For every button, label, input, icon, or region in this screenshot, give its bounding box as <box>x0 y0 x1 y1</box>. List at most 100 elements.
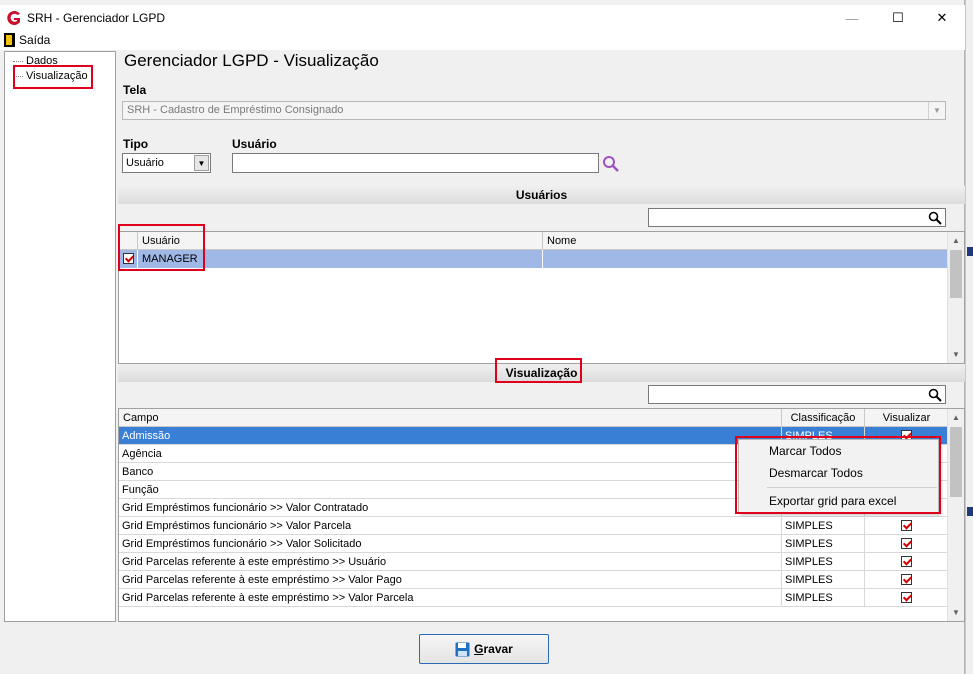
search-icon[interactable] <box>928 388 942 402</box>
visualizar-checkbox[interactable] <box>901 592 912 603</box>
app-logo-icon <box>7 11 20 25</box>
close-button[interactable]: ✕ <box>919 5 965 31</box>
scroll-up-icon[interactable]: ▲ <box>948 409 964 426</box>
cell-visualizar[interactable] <box>865 535 948 552</box>
save-button[interactable]: Gravar <box>419 634 549 664</box>
context-menu-desmarcar-todos[interactable]: Desmarcar Todos <box>769 466 863 480</box>
cell-classificacao: SIMPLES <box>782 517 865 534</box>
usuario-input[interactable] <box>232 153 599 173</box>
column-header-campo[interactable]: Campo <box>119 409 782 427</box>
tipo-label: Tipo <box>123 137 149 151</box>
usuarios-grid-header: Usuário Nome <box>119 232 948 250</box>
tipo-select-value: Usuário <box>126 157 164 169</box>
minimize-button[interactable]: — <box>829 5 875 31</box>
table-row[interactable]: Grid Parcelas referente à este empréstim… <box>119 553 948 571</box>
checkbox[interactable] <box>123 253 134 264</box>
table-row[interactable]: Grid Empréstimos funcionário >> Valor Pa… <box>119 517 948 535</box>
visualizacao-section-header: Visualização <box>118 364 965 382</box>
context-menu-marcar-todos[interactable]: Marcar Todos <box>769 444 841 458</box>
tipo-select[interactable]: Usuário ▼ <box>122 153 211 173</box>
table-row[interactable]: Grid Parcelas referente à este empréstim… <box>119 589 948 607</box>
cell-campo: Grid Parcelas referente à este empréstim… <box>119 571 782 588</box>
scroll-down-icon[interactable]: ▼ <box>948 604 964 621</box>
menu-exit[interactable]: Saída <box>4 33 50 47</box>
background-app-marker <box>967 507 973 516</box>
cell-campo: Agência <box>119 445 782 462</box>
cell-classificacao: SIMPLES <box>782 535 865 552</box>
cell-campo: Admissão <box>119 427 782 444</box>
search-icon[interactable] <box>602 155 620 173</box>
navigation-tree: Dados Visualização <box>4 51 116 622</box>
column-header-visualizar[interactable]: Visualizar <box>865 409 948 427</box>
tela-label: Tela <box>123 83 147 97</box>
visualizacao-filter-input[interactable] <box>648 385 946 404</box>
tree-item-label: Dados <box>26 55 58 67</box>
cell-nome <box>543 250 948 268</box>
save-label-rest: ravar <box>483 642 513 656</box>
cell-classificacao: SIMPLES <box>782 553 865 570</box>
cell-campo: Grid Parcelas referente à este empréstim… <box>119 553 782 570</box>
cell-campo: Grid Parcelas referente à este empréstim… <box>119 589 782 606</box>
visualizar-checkbox[interactable] <box>901 574 912 585</box>
visualizar-checkbox[interactable] <box>901 520 912 531</box>
cell-campo: Grid Empréstimos funcionário >> Valor Co… <box>119 499 782 516</box>
cell-campo: Grid Empréstimos funcionário >> Valor So… <box>119 535 782 552</box>
visualizar-checkbox[interactable] <box>901 556 912 567</box>
app-window: SRH - Gerenciador LGPD — ☐ ✕ Saída Dados… <box>0 0 965 674</box>
visualizar-checkbox[interactable] <box>901 538 912 549</box>
visualizacao-grid-header: Campo Classificação Visualizar <box>119 409 948 427</box>
tela-select-value: SRH - Cadastro de Empréstimo Consignado <box>127 104 344 116</box>
cell-campo: Função <box>119 481 782 498</box>
vertical-scrollbar[interactable]: ▲ ▼ <box>947 232 964 363</box>
scroll-thumb[interactable] <box>950 427 962 497</box>
menu-exit-label: Saída <box>19 33 51 47</box>
tree-connector <box>13 75 23 77</box>
title-bar: SRH - Gerenciador LGPD — ☐ ✕ <box>0 5 965 31</box>
scroll-up-icon[interactable]: ▲ <box>948 232 964 249</box>
page-title: Gerenciador LGPD - Visualização <box>124 51 379 70</box>
column-header-classificacao[interactable]: Classificação <box>782 409 865 427</box>
chevron-down-icon: ▼ <box>928 102 945 119</box>
save-button-label: Gravar <box>474 642 513 656</box>
table-row[interactable]: MANAGER <box>119 250 948 268</box>
menu-bar: Saída <box>0 31 965 50</box>
cell-visualizar[interactable] <box>865 589 948 606</box>
tree-connector <box>13 60 23 62</box>
context-menu: Marcar Todos Desmarcar Todos Exportar gr… <box>738 439 939 513</box>
row-checkbox-cell[interactable] <box>119 250 138 268</box>
scroll-down-icon[interactable]: ▼ <box>948 346 964 363</box>
usuario-label: Usuário <box>232 137 277 151</box>
tree-item-dados[interactable]: Dados <box>13 55 58 67</box>
chevron-down-icon: ▼ <box>194 155 209 171</box>
visualizacao-section-title: Visualização <box>505 366 578 380</box>
tela-select[interactable]: SRH - Cadastro de Empréstimo Consignado … <box>122 101 946 120</box>
exit-door-icon <box>4 33 15 47</box>
search-icon[interactable] <box>928 211 942 225</box>
cell-classificacao: SIMPLES <box>782 589 865 606</box>
context-menu-exportar-excel[interactable]: Exportar grid para excel <box>769 494 896 508</box>
table-row[interactable]: Grid Empréstimos funcionário >> Valor So… <box>119 535 948 553</box>
vertical-scrollbar[interactable]: ▲ ▼ <box>947 409 964 621</box>
cell-visualizar[interactable] <box>865 571 948 588</box>
background-app-strip <box>965 0 973 674</box>
column-header-check <box>119 232 138 250</box>
maximize-button[interactable]: ☐ <box>875 5 921 31</box>
usuarios-section-title: Usuários <box>515 188 568 202</box>
cell-campo: Banco <box>119 463 782 480</box>
cell-visualizar[interactable] <box>865 517 948 534</box>
cell-campo: Grid Empréstimos funcionário >> Valor Pa… <box>119 517 782 534</box>
usuarios-section-header: Usuários <box>118 186 965 204</box>
scroll-thumb[interactable] <box>950 250 962 298</box>
column-header-usuario[interactable]: Usuário <box>138 232 543 250</box>
window-title: SRH - Gerenciador LGPD <box>27 11 166 25</box>
tree-item-visualizacao[interactable]: Visualização <box>13 70 88 82</box>
floppy-disk-icon <box>455 642 470 656</box>
tree-item-label: Visualização <box>26 70 88 82</box>
usuarios-filter-input[interactable] <box>648 208 946 227</box>
cell-visualizar[interactable] <box>865 553 948 570</box>
cell-classificacao: SIMPLES <box>782 571 865 588</box>
table-row[interactable]: Grid Parcelas referente à este empréstim… <box>119 571 948 589</box>
column-header-nome[interactable]: Nome <box>543 232 948 250</box>
usuarios-grid: Usuário Nome MANAGER ▲ ▼ <box>118 231 965 364</box>
cell-usuario: MANAGER <box>138 250 543 268</box>
